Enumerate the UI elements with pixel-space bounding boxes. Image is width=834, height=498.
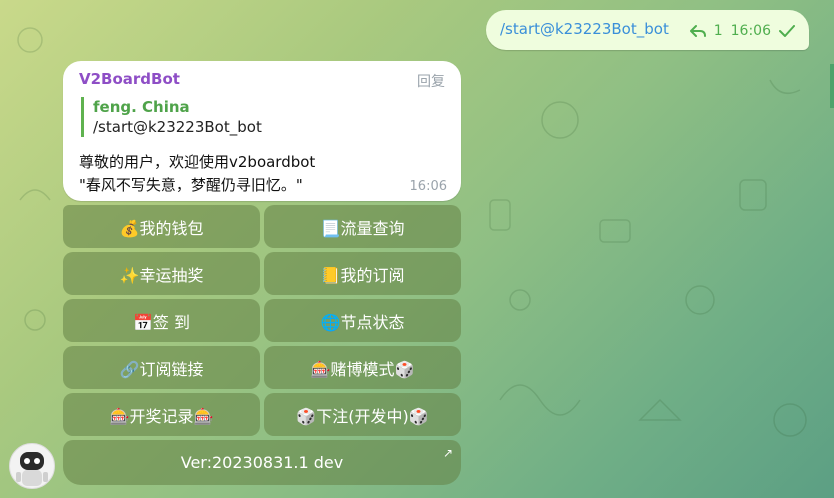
outgoing-message-meta: 1 16:06 xyxy=(689,23,795,39)
keyboard-row: 🔗订阅链接 🎰赌博模式🎲 xyxy=(63,346,461,389)
incoming-message[interactable]: V2BoardBot 回复 feng. China /start@k23223B… xyxy=(63,61,461,201)
inline-keyboard: 💰我的钱包 📃流量查询 ✨幸运抽奖 📒我的订阅 📅签 到 🌐节点状态 🔗订阅链接… xyxy=(63,205,461,489)
external-link-icon: ↗ xyxy=(442,446,453,460)
keyboard-row: 📅签 到 🌐节点状态 xyxy=(63,299,461,342)
traffic-query-button[interactable]: 📃流量查询 xyxy=(264,205,461,248)
keyboard-row: ✨幸运抽奖 📒我的订阅 xyxy=(63,252,461,295)
outgoing-time: 16:06 xyxy=(730,23,771,39)
draw-history-button[interactable]: 🎰开奖记录🎰 xyxy=(63,393,260,436)
lucky-draw-button[interactable]: ✨幸运抽奖 xyxy=(63,252,260,295)
reply-count: 1 xyxy=(713,23,723,39)
outgoing-message-text[interactable]: /start@k23223Bot_bot xyxy=(500,20,669,38)
sender-name[interactable]: V2BoardBot xyxy=(79,70,180,88)
node-status-button[interactable]: 🌐节点状态 xyxy=(264,299,461,342)
message-text-line: "春风不写失意，梦醒仍寻旧忆。" xyxy=(79,176,303,194)
reply-button[interactable]: 回复 xyxy=(417,71,445,91)
quote-text: /start@k23223Bot_bot xyxy=(93,118,262,136)
reply-arrow-icon xyxy=(689,24,706,38)
keyboard-row: 💰我的钱包 📃流量查询 xyxy=(63,205,461,248)
keyboard-row: Ver:20230831.1 dev ↗ xyxy=(63,440,461,485)
read-check-icon xyxy=(779,25,795,37)
check-in-button[interactable]: 📅签 到 xyxy=(63,299,260,342)
gamble-mode-button[interactable]: 🎰赌博模式🎲 xyxy=(264,346,461,389)
message-text-line: 尊敬的用户，欢迎使用v2boardbot xyxy=(79,153,316,171)
subscription-link-button[interactable]: 🔗订阅链接 xyxy=(63,346,260,389)
quote-author: feng. China xyxy=(93,98,190,116)
quoted-message[interactable]: feng. China /start@k23223Bot_bot xyxy=(81,97,262,137)
scrollbar-indicator[interactable] xyxy=(830,64,834,108)
wallet-button[interactable]: 💰我的钱包 xyxy=(63,205,260,248)
incoming-time: 16:06 xyxy=(409,179,447,194)
keyboard-row: 🎰开奖记录🎰 🎲下注(开发中)🎲 xyxy=(63,393,461,436)
outgoing-message[interactable]: /start@k23223Bot_bot 1 16:06 xyxy=(486,10,809,50)
bot-avatar[interactable] xyxy=(9,443,55,489)
robot-icon xyxy=(16,452,48,486)
my-subscription-button[interactable]: 📒我的订阅 xyxy=(264,252,461,295)
version-label: Ver:20230831.1 dev xyxy=(180,453,344,472)
place-bet-button[interactable]: 🎲下注(开发中)🎲 xyxy=(264,393,461,436)
version-button[interactable]: Ver:20230831.1 dev ↗ xyxy=(63,440,461,485)
